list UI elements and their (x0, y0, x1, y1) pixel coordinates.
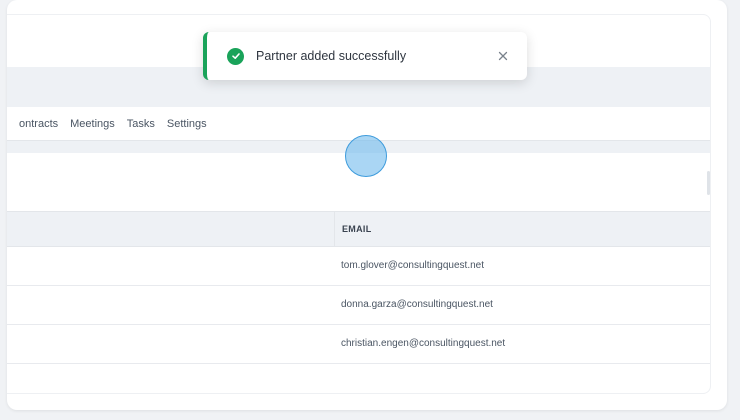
toast-message: Partner added successfully (256, 49, 407, 63)
table-row[interactable]: christian.engen@consultingquest.net (7, 325, 710, 364)
table-row[interactable]: tom.glover@consultingquest.net (7, 247, 710, 286)
column-header-email[interactable]: EMAIL (334, 212, 372, 246)
table-row[interactable]: donna.garza@consultingquest.net (7, 286, 710, 325)
table-header: EMAIL (7, 211, 710, 247)
email-cell: christian.engen@consultingquest.net (341, 338, 506, 349)
toolbar-control-edge[interactable] (707, 171, 710, 195)
tab-contracts[interactable]: ontracts (19, 118, 58, 130)
close-icon[interactable] (493, 46, 513, 66)
email-cell: donna.garza@consultingquest.net (341, 299, 493, 310)
tab-settings[interactable]: Settings (167, 118, 207, 130)
check-circle-icon (227, 47, 244, 65)
partners-table: EMAIL tom.glover@consultingquest.net don… (7, 211, 710, 364)
tab-meetings[interactable]: Meetings (70, 118, 115, 130)
success-toast: Partner added successfully (203, 32, 527, 80)
tab-tasks[interactable]: Tasks (127, 118, 155, 130)
cursor-indicator (345, 135, 387, 177)
email-cell: tom.glover@consultingquest.net (341, 260, 485, 271)
